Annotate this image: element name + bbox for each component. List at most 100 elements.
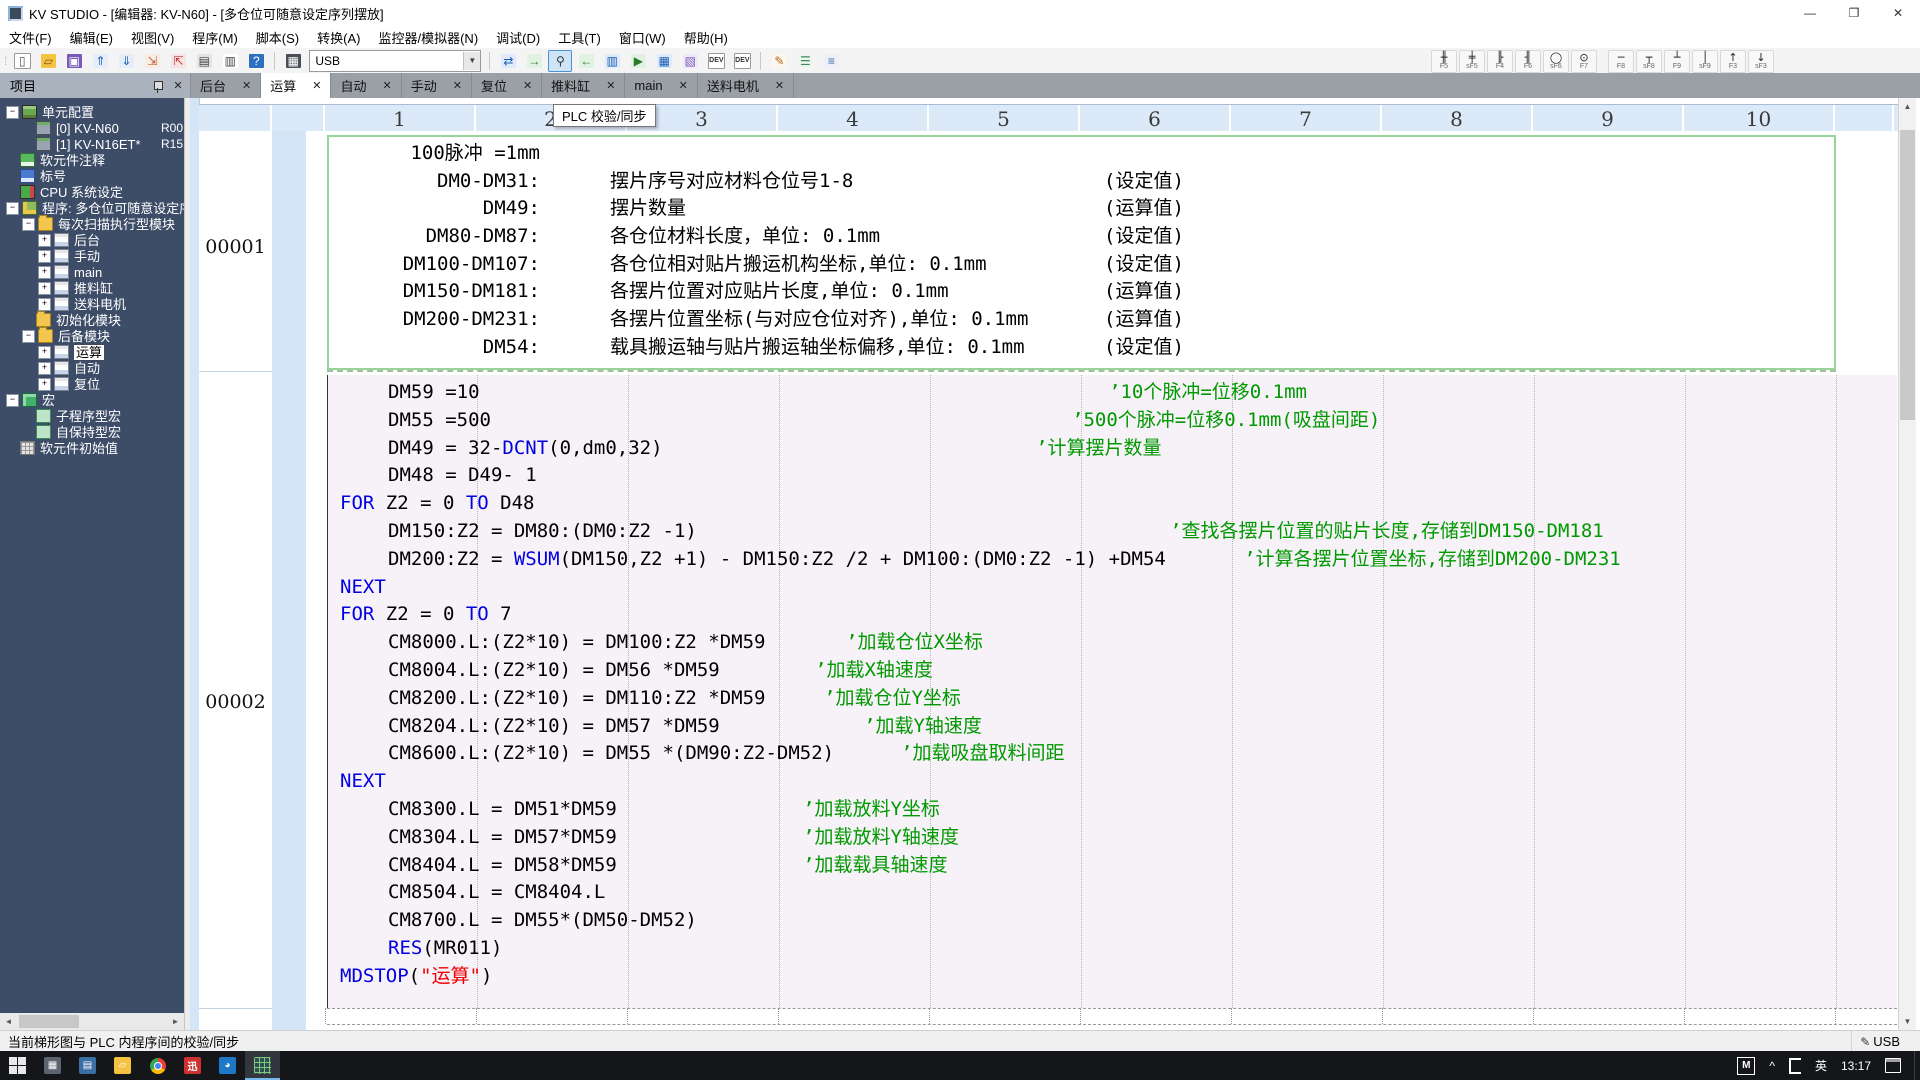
ladder-button-F3[interactable]: ↑ F3 — [1720, 50, 1746, 73]
expand-icon[interactable]: + — [38, 233, 51, 247]
script-editor[interactable]: 1 2 3 4 5 6 7 8 9 10 00001 00002 100脉冲 =1mm DM0-DM3… — [190, 98, 1898, 1030]
scrollbar-thumb[interactable] — [1900, 130, 1915, 420]
ladder-button-F6[interactable]: ╢ F6 — [1515, 50, 1541, 73]
dev-monitor-1-icon[interactable]: DEV — [704, 50, 728, 72]
tree-item-程序-多仓位可随意设定序列摆放[interactable]: − 程序: 多仓位可随意设定序列摆放 — [0, 200, 184, 216]
scroll-down-icon[interactable]: ▼ — [1899, 1013, 1916, 1030]
menu-item-5[interactable]: 脚本(S) — [247, 26, 308, 49]
tree-item-后备模块[interactable]: − 后备模块 — [0, 327, 184, 344]
menu-item-9[interactable]: 工具(T) — [549, 26, 610, 49]
tree-item-宏[interactable]: − 宏 — [0, 392, 184, 408]
import-file-icon[interactable]: ⇲ — [140, 50, 164, 72]
tree-item-自动[interactable]: + 自动 — [0, 360, 184, 376]
tab-手动[interactable]: 手动 ✕ — [401, 73, 472, 98]
ladder-button-sF8[interactable]: ┬ sF8 — [1636, 50, 1662, 73]
tray-app-m-icon[interactable]: M — [1730, 1051, 1762, 1080]
write-to-plc-icon[interactable]: ⇓ — [114, 50, 138, 72]
edge-browser-button[interactable]: ◕ — [210, 1051, 245, 1080]
tree-item-main[interactable]: + main — [0, 264, 184, 280]
ladder-button-F5[interactable]: ╫ F5 — [1431, 50, 1457, 73]
thunder-app-button[interactable]: 迅 — [175, 1051, 210, 1080]
expand-icon[interactable]: + — [38, 249, 51, 263]
export-file-icon[interactable]: ⇱ — [166, 50, 190, 72]
expand-icon[interactable]: + — [38, 281, 51, 295]
show-desktop-button[interactable] — [1914, 1051, 1920, 1080]
menu-item-10[interactable]: 窗口(W) — [610, 26, 675, 49]
expand-icon[interactable]: + — [38, 297, 51, 311]
collapse-icon[interactable]: − — [6, 201, 19, 215]
tab-close-icon[interactable]: ✕ — [679, 79, 688, 92]
minimize-button[interactable]: — — [1788, 0, 1832, 26]
expand-icon[interactable]: + — [38, 265, 51, 279]
collapse-icon[interactable]: − — [22, 329, 35, 343]
expand-icon[interactable]: + — [38, 361, 51, 375]
transfer-setup-icon[interactable]: ⇄ — [496, 50, 520, 72]
tree-item-标号[interactable]: 标号 — [0, 168, 184, 184]
collapse-icon[interactable]: − — [6, 393, 19, 407]
ladder-button-F8[interactable]: ─ F8 — [1608, 50, 1634, 73]
project-horizontal-scrollbar[interactable]: ◄ ► — [0, 1013, 184, 1030]
tree-item--1-KV-N16ET-[interactable]: [1] KV-N16ET* R15 — [0, 136, 184, 152]
plc-to-pc-icon[interactable]: ← — [574, 50, 598, 72]
menu-item-8[interactable]: 调试(D) — [487, 26, 549, 49]
chevron-down-icon[interactable]: ▼ — [463, 51, 481, 70]
script-block[interactable]: DM59 =10 ’10个脉冲=位移0.1mm DM55 =500 ’500个脉冲=位… — [327, 375, 1897, 1008]
tab-close-icon[interactable]: ✕ — [775, 79, 784, 92]
comment-block[interactable]: 100脉冲 =1mm DM0-DM31: 摆片序号对应材料仓位号1-8 (设定值) DM… — [327, 135, 1836, 370]
help-icon[interactable]: ? — [244, 50, 268, 72]
tab-自动[interactable]: 自动 ✕ — [331, 73, 402, 98]
save-icon[interactable]: ▣ — [62, 50, 86, 72]
connection-select[interactable]: USB ▼ — [309, 49, 482, 72]
editor-content[interactable]: 100脉冲 =1mm DM0-DM31: 摆片序号对应材料仓位号1-8 (设定值) DM… — [306, 131, 1898, 1030]
monitor-mode-icon[interactable]: ▥ — [600, 50, 624, 72]
tab-推料缸[interactable]: 推料缸 ✕ — [542, 73, 626, 98]
tab-close-icon[interactable]: ✕ — [312, 79, 321, 92]
tree-item-子程序型宏[interactable]: 子程序型宏 — [0, 408, 184, 424]
ladder-button-sF5[interactable]: ╪ sF5 — [1459, 50, 1485, 73]
tree-item-单元配置[interactable]: − 单元配置 — [0, 104, 184, 120]
ladder-button-F9[interactable]: ┴ F9 — [1664, 50, 1690, 73]
collapse-icon[interactable]: − — [22, 217, 35, 231]
open-folder-icon[interactable]: ▱ — [36, 50, 60, 72]
start-button[interactable] — [0, 1051, 35, 1080]
simulator-icon[interactable]: ▶ — [626, 50, 650, 72]
restore-button[interactable]: ❐ — [1832, 0, 1876, 26]
device-search-icon[interactable]: ▧ — [678, 50, 702, 72]
label-list-icon[interactable]: ≡ — [819, 50, 843, 72]
tree-item-送料电机[interactable]: + 送料电机 — [0, 296, 184, 312]
kv-studio-button[interactable] — [245, 1051, 280, 1080]
scroll-right-icon[interactable]: ► — [167, 1013, 184, 1030]
menu-item-3[interactable]: 视图(V) — [122, 26, 183, 49]
tab-close-icon[interactable]: ✕ — [242, 79, 251, 92]
pc-to-plc-icon[interactable]: → — [522, 50, 546, 72]
menu-item-11[interactable]: 帮助(H) — [675, 26, 737, 49]
print-icon[interactable]: ▤ — [192, 50, 216, 72]
tab-复位[interactable]: 复位 ✕ — [471, 73, 543, 98]
menu-item-6[interactable]: 转换(A) — [308, 26, 369, 49]
tree-item-自保持型宏[interactable]: 自保持型宏 — [0, 424, 184, 440]
tree-item-软元件注释[interactable]: 软元件注释 — [0, 152, 184, 168]
tab-close-icon[interactable]: ✕ — [523, 79, 532, 92]
scroll-up-icon[interactable]: ▲ — [1899, 98, 1916, 115]
plc-verify-sync-icon[interactable]: ⚲ — [548, 49, 573, 72]
expand-icon[interactable]: + — [38, 377, 51, 391]
project-panel-close-icon[interactable]: ✕ — [170, 78, 186, 94]
language-indicator[interactable]: 英 — [1808, 1051, 1834, 1080]
tree-item-复位[interactable]: + 复位 — [0, 376, 184, 392]
tab-close-icon[interactable]: ✕ — [453, 79, 462, 92]
tray-chevron-icon[interactable]: ^ — [1762, 1051, 1782, 1080]
tree-item-软元件初始值[interactable]: 软元件初始值 — [0, 440, 184, 456]
dev-monitor-2-icon[interactable]: DEV — [730, 50, 754, 72]
tray-usb-icon[interactable] — [1782, 1051, 1808, 1080]
tab-close-icon[interactable]: ✕ — [606, 79, 615, 92]
mail-app-button[interactable]: ▤ — [70, 1051, 105, 1080]
tree-item--0-KV-N60[interactable]: [0] KV-N60 R00 — [0, 120, 184, 136]
ladder-button-sF3[interactable]: ↓ sF3 — [1748, 50, 1774, 73]
print-preview-icon[interactable]: ▥ — [218, 50, 242, 72]
pin-icon[interactable] — [150, 78, 166, 94]
tree-item-初始化模块[interactable]: 初始化模块 — [0, 311, 184, 328]
tree-item-每次扫描执行型模块[interactable]: − 每次扫描执行型模块 — [0, 215, 184, 232]
ladder-button-F4[interactable]: ╟ F4 — [1487, 50, 1513, 73]
new-file-icon[interactable]: ▯ — [10, 50, 34, 72]
chrome-button[interactable] — [140, 1051, 175, 1080]
